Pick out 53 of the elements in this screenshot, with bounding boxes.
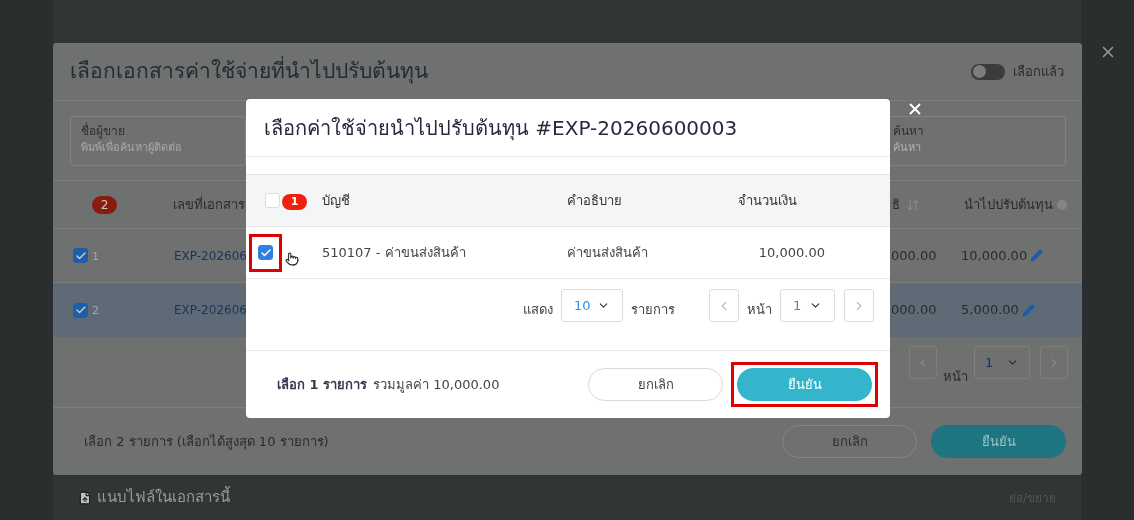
table-cell-text: 000.00 [891, 246, 938, 265]
toggle-switch[interactable] [971, 63, 1005, 80]
column-header: เลขที่เอกสาร [173, 195, 246, 214]
file-upload-icon [78, 490, 92, 505]
page-label: หน้า [747, 300, 772, 319]
selection-summary: เลือก 2 รายการ (เลือกได้สูงสุด 10 รายการ) [84, 432, 329, 452]
row-number: 1 [92, 249, 99, 263]
field-label: ชื่อผู้ขาย [81, 121, 125, 139]
confirm-button[interactable]: ยืนยัน [737, 368, 872, 401]
count-badge: 1 [282, 193, 307, 211]
page-select[interactable]: 1 [780, 289, 835, 322]
section-title: แนบไฟล์ในเอกสารนี้ [97, 486, 230, 509]
checkbox[interactable] [73, 302, 88, 318]
field-placeholder: พิมพ์เพื่อค้นหาผู้ติดต่อ [81, 139, 183, 156]
dialog-title: เลือกเอกสารค่าใช้จ่ายที่นำไปปรับต้นทุน [70, 55, 428, 86]
column-header: จำนวนเงิน [738, 191, 797, 210]
vendor-field[interactable]: ชื่อผู้ขาย พิมพ์เพื่อค้นหาผู้ติดต่อ [70, 115, 246, 166]
cancel-button[interactable]: ยกเลิก [588, 368, 723, 401]
row-number: 2 [92, 304, 99, 318]
table-cell-text: ค่าขนส่งสินค้า [567, 243, 649, 262]
edit-icon[interactable] [1021, 303, 1035, 317]
table-cell-text: 10,000.00 [757, 243, 825, 262]
document-link[interactable]: EXP-202606 [174, 246, 247, 265]
table-cell-text: 510107 - ค่าขนส่งสินค้า [322, 243, 467, 262]
cancel-button[interactable]: ยกเลิก [782, 425, 917, 458]
edit-icon[interactable] [1030, 249, 1044, 262]
show-label: แสดง [523, 300, 553, 319]
column-header: นำไปปรับต้นทุน [964, 195, 1053, 215]
page-size-select[interactable]: 10 [561, 289, 623, 322]
sort-icon[interactable] [906, 197, 920, 212]
checkbox[interactable] [258, 245, 273, 260]
page-select[interactable]: 1 [974, 346, 1030, 379]
column-header: ธิ [892, 195, 900, 214]
page-label: หน้า [943, 367, 968, 386]
checkbox[interactable] [73, 248, 88, 263]
total-value-text: รวมมูลค่า 10,000.00 [373, 375, 500, 395]
field-label: ค้นหา [893, 122, 925, 140]
table-cell-text: 10,000.00 [961, 246, 1028, 265]
selected-count-text: เลือก 1 รายการ [277, 375, 368, 394]
previous-page-button[interactable] [909, 346, 937, 379]
next-page-button[interactable] [1040, 346, 1068, 379]
confirm-button[interactable]: ยืนยัน [931, 425, 1066, 458]
column-header: คำอธิบาย [567, 191, 623, 210]
items-label: รายการ [631, 300, 675, 319]
table-cell-text: 000.00 [891, 301, 938, 320]
column-header: บัญชี [322, 191, 351, 210]
count-badge: 2 [92, 195, 117, 214]
field-placeholder: ค้นหา [893, 139, 922, 156]
document-link[interactable]: EXP-202606 [174, 301, 247, 319]
toggle-label: เลือกแล้ว [1013, 62, 1064, 81]
dialog-title: เลือกค่าใช้จ่ายนำไปปรับต้นทุน #EXP-20260600003 [264, 114, 738, 143]
pointer-cursor-icon [285, 251, 299, 266]
table-cell-text: 5,000.00 [961, 301, 1019, 320]
